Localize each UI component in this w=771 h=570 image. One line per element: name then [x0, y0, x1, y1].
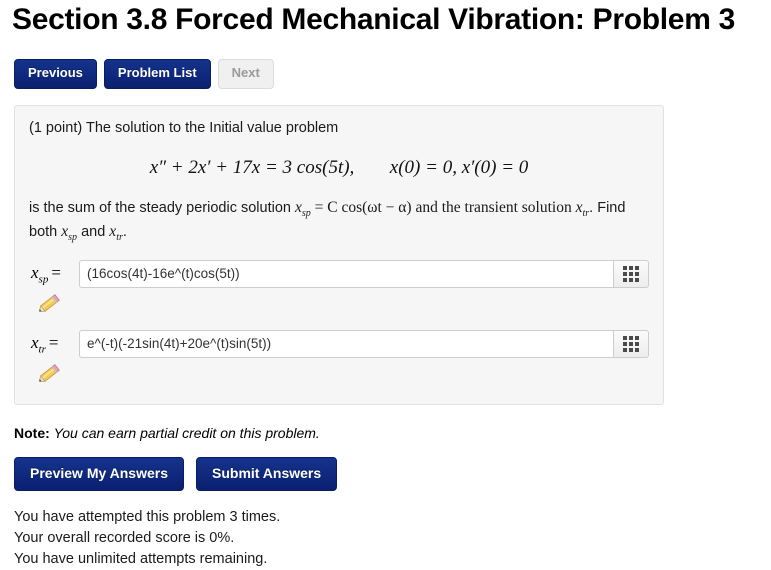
- problem-intro: (1 point) The solution to the Initial va…: [29, 119, 339, 136]
- answer-row-xtr: xtr =: [29, 329, 649, 358]
- inline-var-xtr-base: x: [575, 198, 583, 216]
- answer-label-xsp-base: x: [31, 262, 39, 282]
- problem-panel: (1 point) The solution to the Initial va…: [14, 104, 664, 405]
- answer-label-xtr-sub: tr: [38, 343, 46, 356]
- problem-list-button[interactable]: Problem List: [103, 59, 211, 89]
- pencil-icon-xtr[interactable]: [35, 362, 65, 384]
- keypad-grid-icon-xtr[interactable]: [613, 329, 649, 358]
- answer-input-xtr[interactable]: [79, 329, 613, 358]
- submit-answers-button[interactable]: Submit Answers: [196, 456, 338, 492]
- next-button[interactable]: Next: [217, 59, 274, 89]
- inline-var-xsp-sub: sp: [301, 207, 311, 219]
- answer-row-xsp: xsp =: [29, 259, 649, 288]
- problem-body-end: and: [77, 224, 110, 241]
- inline-var-xtr-2-sub: tr: [116, 232, 123, 244]
- inline-var-xsp-2: xsp: [61, 223, 78, 244]
- grid-icon: [623, 335, 639, 352]
- problem-page: Section 3.8 Forced Mechanical Vibration:…: [0, 2, 771, 567]
- status-attempts: You have attempted this problem 3 times.: [14, 509, 281, 526]
- previous-button[interactable]: Previous: [14, 59, 97, 89]
- grid-icon: [623, 265, 639, 282]
- status-score: Your overall recorded score is 0%.: [14, 530, 235, 547]
- submit-buttons: Preview My Answers Submit Answers: [14, 456, 763, 492]
- pencil-row-xtr: [29, 362, 649, 386]
- note-text: You can earn partial credit on this prob…: [53, 424, 320, 441]
- pencil-row-xsp: [29, 292, 649, 316]
- answer-input-xsp[interactable]: [79, 259, 613, 288]
- answer-label-xtr: xtr =: [29, 333, 79, 355]
- answer-label-xtr-equals: =: [48, 332, 59, 352]
- equation-initial-conditions: x(0) = 0, x′(0) = 0: [389, 156, 529, 178]
- equation-lhs: x″ + 2x′ + 17x = 3 cos(5t),: [149, 156, 355, 178]
- inline-var-xsp: xsp: [294, 198, 311, 219]
- answer-label-xtr-base: x: [31, 332, 39, 352]
- answer-label-xsp-sub: sp: [38, 273, 49, 286]
- problem-body: is the sum of the steady periodic soluti…: [29, 197, 649, 246]
- problem-body-mid: = C cos(ωt − α) and the transient soluti…: [310, 198, 576, 216]
- navigation-buttons: Previous Problem List Next: [8, 59, 763, 89]
- problem-equation: x″ + 2x′ + 17x = 3 cos(5t), x(0) = 0, x′…: [29, 157, 649, 179]
- problem-body-period: .: [122, 224, 127, 241]
- inline-var-xtr: xtr: [575, 198, 590, 219]
- inline-var-xsp-base: x: [294, 198, 302, 216]
- status-remaining: You have unlimited attempts remaining.: [14, 551, 268, 568]
- status-block: You have attempted this problem 3 times.…: [14, 507, 763, 570]
- inline-var-xtr-2: xtr: [109, 223, 123, 244]
- note-label: Note:: [14, 424, 50, 441]
- preview-my-answers-button[interactable]: Preview My Answers: [14, 456, 184, 492]
- keypad-grid-icon-xsp[interactable]: [613, 259, 649, 288]
- note-line: Note: You can earn partial credit on thi…: [14, 425, 763, 441]
- answer-label-xsp: xsp =: [29, 263, 79, 285]
- problem-body-prefix: is the sum of the steady periodic soluti…: [29, 199, 295, 216]
- page-title: Section 3.8 Forced Mechanical Vibration:…: [12, 3, 735, 36]
- pencil-icon-xsp[interactable]: [35, 292, 65, 314]
- answer-label-xsp-equals: =: [51, 262, 61, 282]
- inline-var-xsp-2-sub: sp: [68, 232, 78, 244]
